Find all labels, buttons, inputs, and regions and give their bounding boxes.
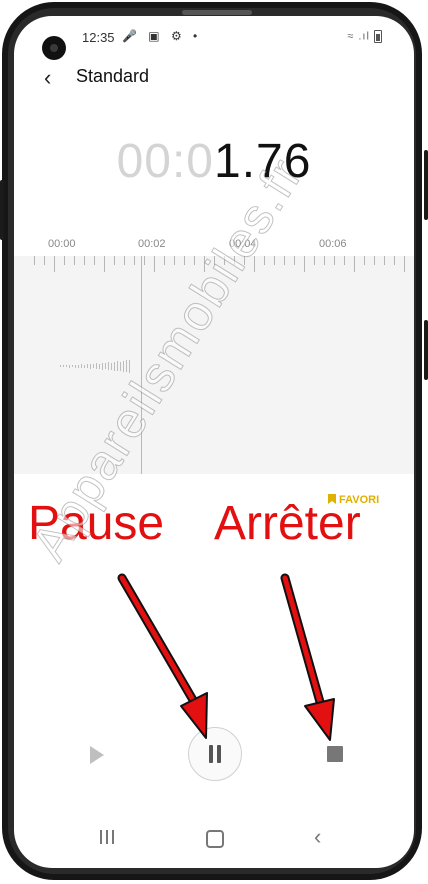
ruler-tick: [114, 256, 115, 265]
timeline-label: 00:00: [48, 238, 76, 250]
ruler-tick: [194, 256, 195, 265]
waveform-bar: [96, 363, 97, 369]
ruler-tick: [144, 256, 145, 265]
waveform-bar: [81, 364, 82, 368]
ruler-tick: [44, 256, 45, 265]
ruler-tick: [404, 256, 405, 272]
ruler-tick: [174, 256, 175, 265]
ruler-tick: [164, 256, 165, 265]
earpiece-speaker: [182, 10, 252, 15]
stop-button[interactable]: [327, 746, 343, 762]
status-bar: 12:35 🎤 ▣ ⚙ • ≈ .ıl: [14, 16, 414, 60]
screen: 12:35 🎤 ▣ ⚙ • ≈ .ıl ‹ Standard 00:01.76 …: [14, 16, 414, 868]
power-button: [424, 150, 428, 220]
ruler-tick: [134, 256, 135, 265]
ruler-tick: [374, 256, 375, 265]
waveform-bar: [105, 363, 106, 369]
ruler-tick: [314, 256, 315, 265]
ruler-tick: [204, 256, 205, 272]
back-arrow-icon[interactable]: ‹: [44, 65, 51, 91]
ruler-tick: [54, 256, 55, 272]
volume-button: [0, 180, 4, 240]
waveform-bar: [90, 363, 91, 369]
status-time: 12:35: [82, 30, 115, 45]
pause-icon: [209, 745, 221, 763]
home-icon[interactable]: [206, 830, 224, 848]
waveform-area[interactable]: [14, 256, 414, 474]
timeline-label: 00:04: [229, 238, 257, 250]
ruler-tick: [74, 256, 75, 265]
ruler-tick: [234, 256, 235, 265]
ruler-tick: [124, 256, 125, 265]
ruler-tick: [354, 256, 355, 272]
waveform-bar: [126, 360, 127, 372]
bixby-button: [424, 320, 428, 380]
timer-dim-digits: 00:0: [116, 135, 214, 188]
waveform-bar: [120, 361, 121, 371]
ruler-tick: [394, 256, 395, 265]
waveform-bar: [75, 364, 76, 368]
waveform-bar: [66, 365, 67, 367]
ruler-tick: [364, 256, 365, 265]
ruler-tick: [64, 256, 65, 265]
waveform-bar: [102, 362, 103, 370]
ruler-tick: [34, 256, 35, 265]
ruler-tick: [214, 256, 215, 265]
timeline-label: 00:06: [319, 238, 347, 250]
ruler-tick: [184, 256, 185, 265]
ruler-tick: [244, 256, 245, 265]
ruler-tick: [384, 256, 385, 265]
waveform-bar: [99, 363, 100, 369]
ruler-tick: [264, 256, 265, 265]
stop-annotation-label: Arrêter: [214, 497, 361, 550]
waveform-bar: [84, 364, 85, 368]
front-camera: [42, 36, 66, 60]
ruler-tick: [284, 256, 285, 265]
battery-icon: [374, 30, 382, 43]
recording-timer: 00:01.76: [14, 134, 414, 189]
timer-bright-digits: 1.76: [214, 135, 312, 188]
ruler-tick: [334, 256, 335, 265]
ruler-tick: [104, 256, 105, 272]
ruler-tick: [154, 256, 155, 272]
timeline-labels: 00:00 00:02 00:04 00:06: [14, 238, 414, 252]
waveform-bar: [87, 364, 88, 368]
ruler-tick: [84, 256, 85, 265]
waveform-bar: [69, 364, 70, 368]
waveform-bar: [78, 364, 79, 368]
waveform-bar: [63, 365, 64, 367]
waveform-bar: [93, 364, 94, 368]
waveform-bar: [123, 360, 124, 372]
ruler-tick: [304, 256, 305, 272]
app-header: ‹ Standard: [14, 65, 414, 91]
waveform-bar: [129, 359, 130, 373]
waveform-bar: [60, 365, 61, 367]
timeline-ruler: [34, 256, 405, 272]
status-signal-icons: ≈ .ıl: [347, 30, 382, 43]
waveform-bar: [111, 362, 112, 370]
waveform-bar: [117, 361, 118, 371]
ruler-tick: [254, 256, 255, 272]
waveform-bar: [108, 362, 109, 370]
ruler-tick: [274, 256, 275, 265]
waveform-bar: [72, 365, 73, 367]
ruler-tick: [224, 256, 225, 265]
play-icon[interactable]: [90, 746, 104, 764]
timeline-label: 00:02: [138, 238, 166, 250]
ruler-tick: [324, 256, 325, 265]
playhead-line: [141, 256, 142, 474]
waveform-bar: [114, 361, 115, 371]
status-notification-icons: 🎤 ▣ ⚙ •: [122, 29, 202, 43]
ruler-tick: [344, 256, 345, 265]
ruler-tick: [94, 256, 95, 265]
wifi-signal-icon: ≈ .ıl: [347, 30, 370, 43]
navigation-bar: ‹: [14, 824, 414, 854]
pause-button[interactable]: [188, 727, 242, 781]
recent-apps-icon[interactable]: [100, 830, 114, 844]
pause-annotation-label: Pause: [28, 497, 165, 550]
nav-back-icon[interactable]: ‹: [314, 824, 321, 850]
ruler-tick: [294, 256, 295, 265]
page-title: Standard: [76, 66, 150, 86]
